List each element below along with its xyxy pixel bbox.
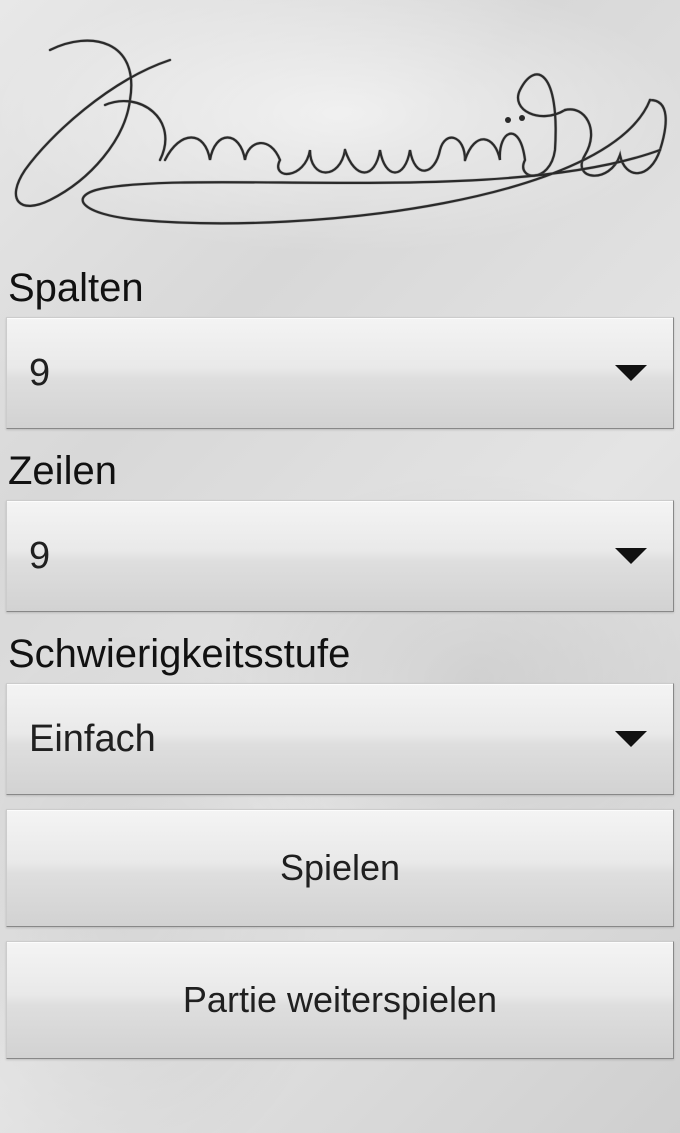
- title-script-svg: [10, 10, 670, 250]
- columns-value: 9: [29, 352, 50, 395]
- resume-button[interactable]: Partie weiterspielen: [6, 941, 674, 1059]
- rows-dropdown[interactable]: 9: [6, 500, 674, 612]
- rows-field: Zeilen 9: [0, 443, 680, 626]
- settings-form: Spalten 9 Zeilen 9 Schwierigkeitsstufe E…: [0, 260, 680, 1133]
- resume-button-label: Partie weiterspielen: [183, 979, 497, 1021]
- columns-field: Spalten 9: [0, 260, 680, 443]
- rows-value: 9: [29, 535, 50, 578]
- difficulty-value: Einfach: [29, 718, 156, 761]
- chevron-down-icon: [615, 731, 647, 747]
- chevron-down-icon: [615, 365, 647, 381]
- play-button[interactable]: Spielen: [6, 809, 674, 927]
- difficulty-dropdown[interactable]: Einfach: [6, 683, 674, 795]
- difficulty-label: Schwierigkeitsstufe: [6, 626, 674, 683]
- rows-label: Zeilen: [6, 443, 674, 500]
- chevron-down-icon: [615, 548, 647, 564]
- play-button-label: Spielen: [280, 847, 400, 889]
- columns-label: Spalten: [6, 260, 674, 317]
- difficulty-field: Schwierigkeitsstufe Einfach: [0, 626, 680, 809]
- app-title-logo: [0, 0, 680, 260]
- columns-dropdown[interactable]: 9: [6, 317, 674, 429]
